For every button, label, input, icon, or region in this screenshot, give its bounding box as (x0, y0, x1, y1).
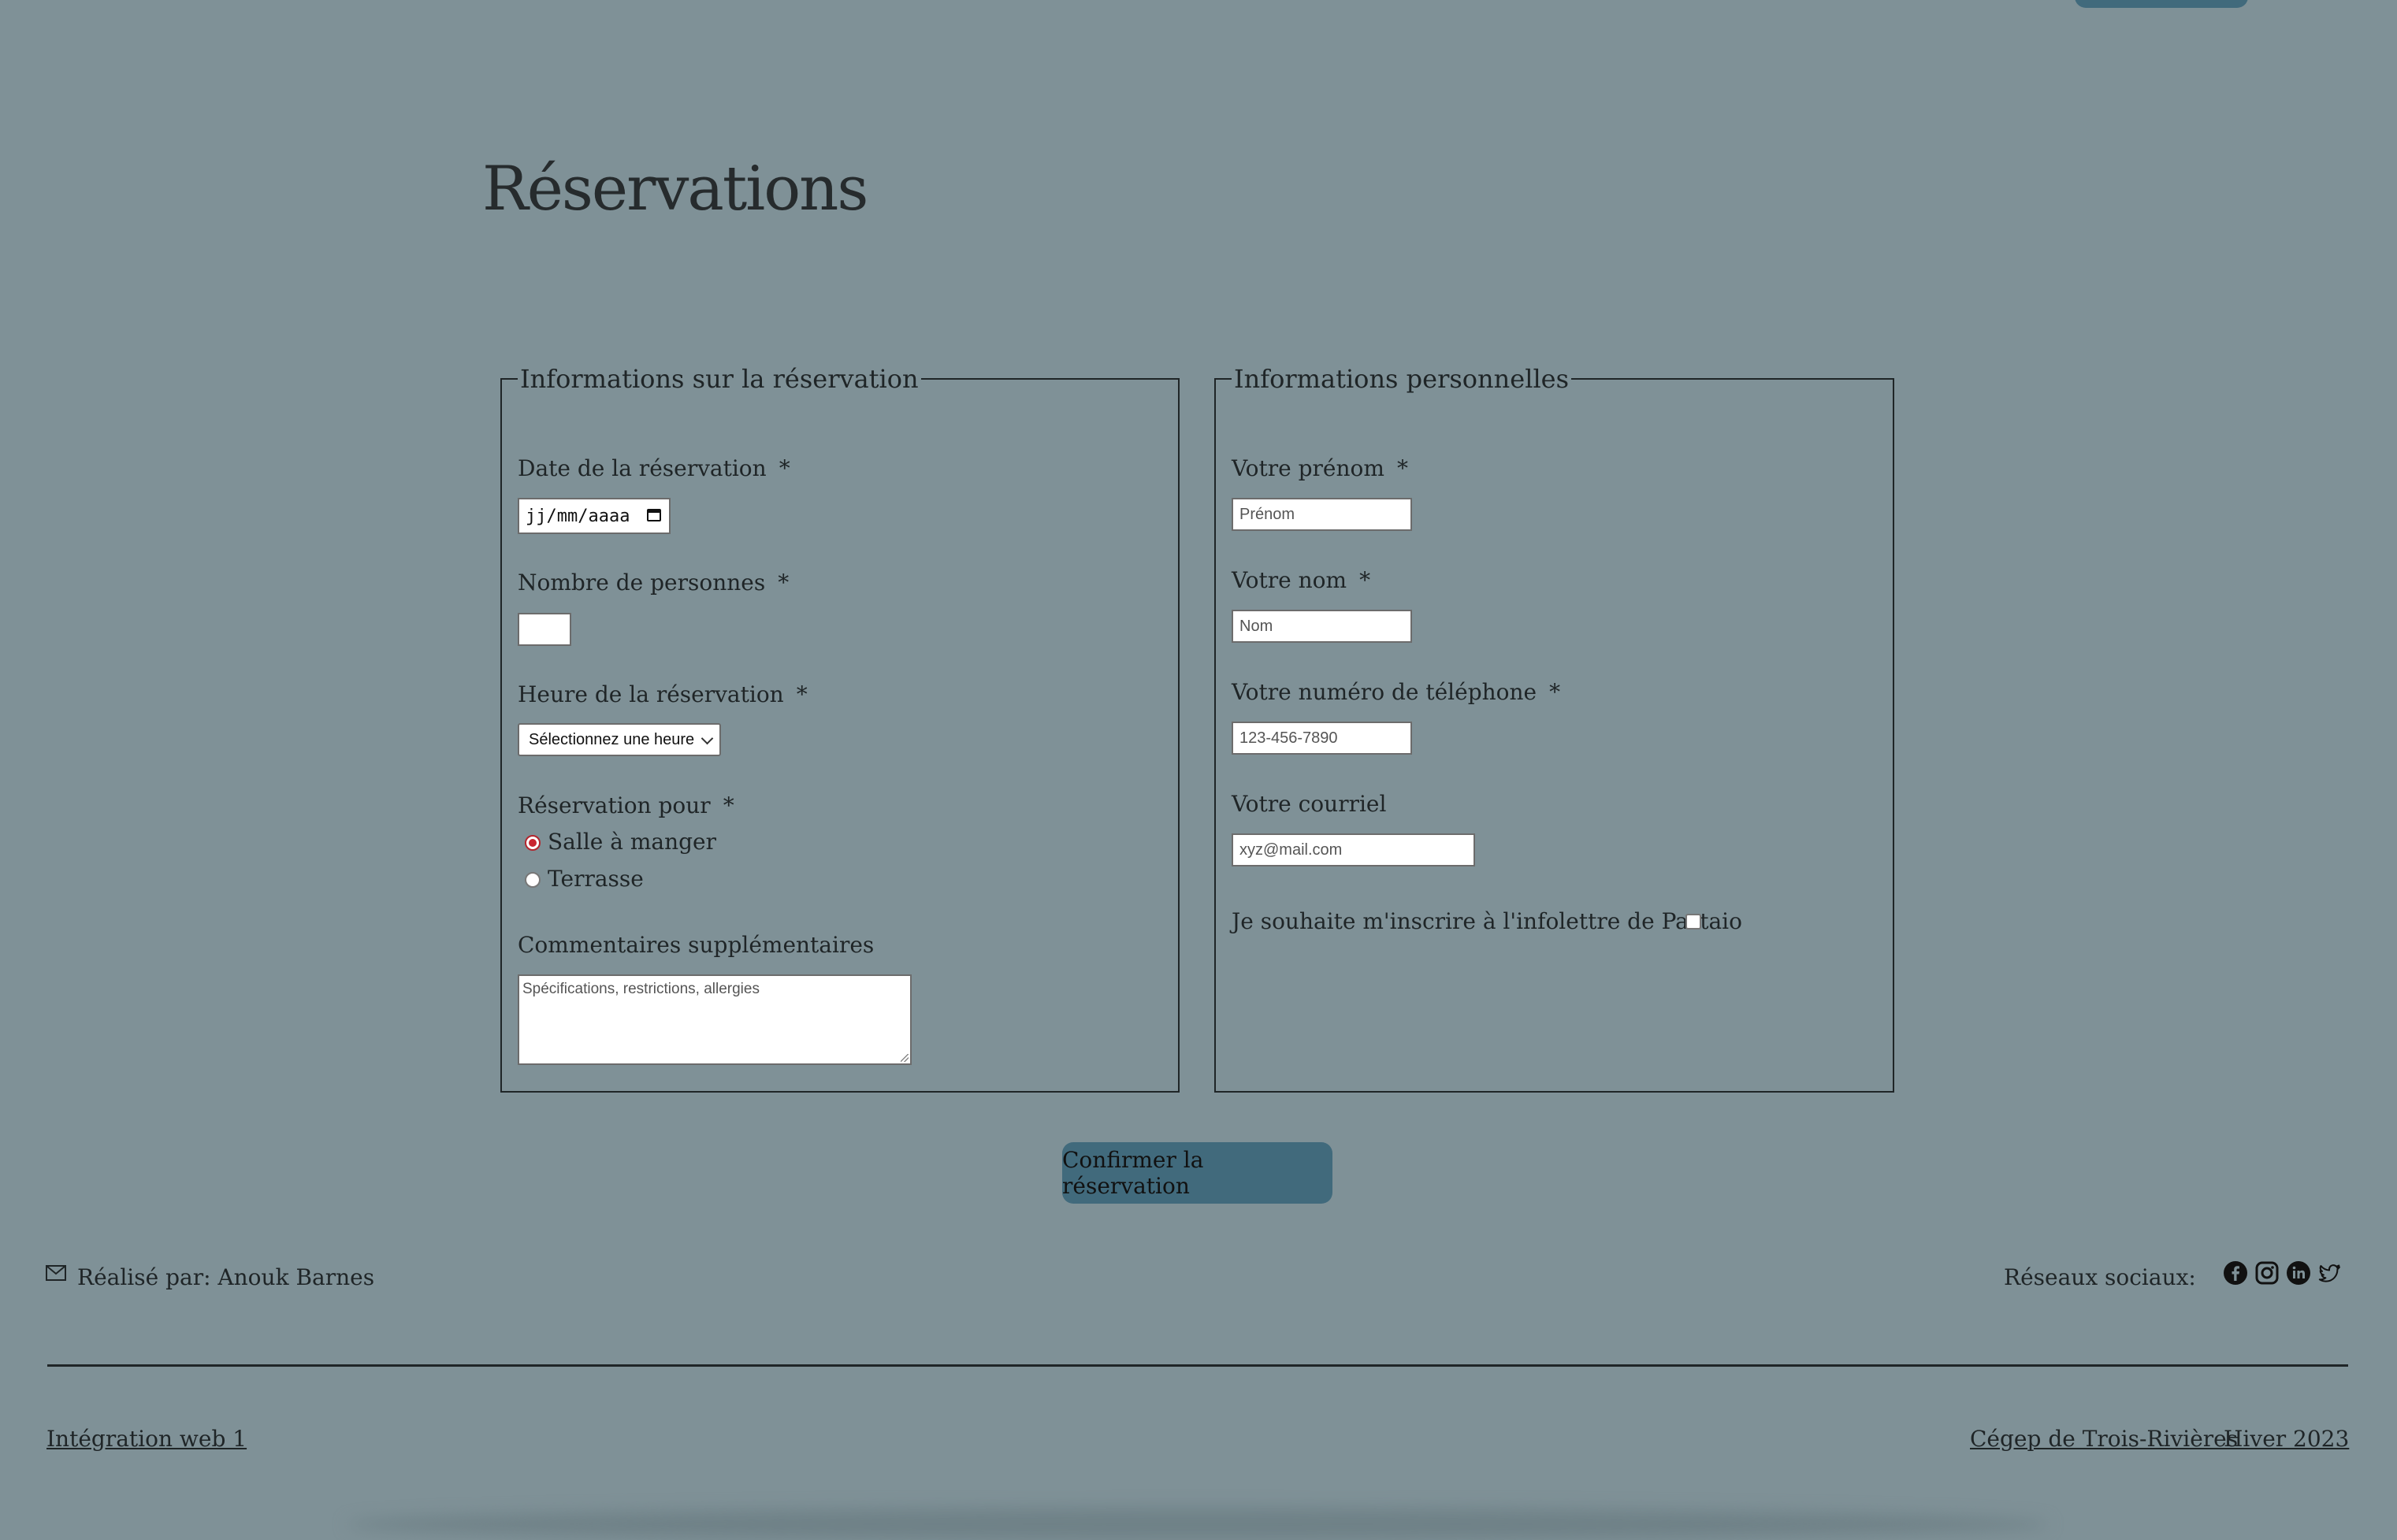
footer-author-text: Réalisé par: Anouk Barnes (77, 1264, 375, 1290)
date-label: Date de la réservation * (518, 455, 790, 481)
reservation-info-legend: Informations sur la réservation (520, 364, 919, 394)
term-link[interactable]: Hiver 2023 (2224, 1426, 2349, 1452)
email-label: Votre courriel (1232, 791, 1387, 817)
lastname-label: Votre nom * (1232, 567, 1371, 593)
firstname-input[interactable]: Prénom (1232, 498, 1412, 531)
school-link[interactable]: Cégep de Trois-Rivières (1970, 1426, 2238, 1452)
comments-textarea[interactable]: Spécifications, restrictions, allergies (518, 974, 912, 1065)
people-input[interactable] (518, 613, 571, 646)
email-input[interactable]: xyz@mail.com (1232, 833, 1475, 866)
page-title: Réservations (482, 154, 868, 225)
comments-label: Commentaires supplémentaires (518, 932, 875, 958)
chevron-down-icon (701, 732, 714, 745)
lastname-input[interactable]: Nom (1232, 610, 1412, 643)
personal-info-legend: Informations personnelles (1234, 364, 1570, 394)
phone-label: Votre numéro de téléphone * (1232, 679, 1561, 705)
instagram-icon[interactable] (2254, 1260, 2280, 1286)
radio-dining-room[interactable] (525, 835, 541, 851)
newsletter-label: Je souhaite m'inscrire à l'infolettre de… (1232, 908, 1742, 934)
header-nav-button[interactable] (2075, 0, 2248, 8)
phone-input[interactable]: 123-456-7890 (1232, 722, 1412, 755)
radio-terrace-label[interactable]: Terrasse (548, 866, 644, 892)
social-section: Réseaux sociaux: (2004, 1260, 2343, 1290)
newsletter-checkbox[interactable] (1685, 914, 1701, 930)
date-input-placeholder: jj/mm/aaaa (526, 506, 630, 526)
social-label: Réseaux sociaux: (2004, 1264, 2196, 1290)
calendar-icon[interactable] (647, 509, 661, 521)
reservation-for-label: Réservation pour * (518, 792, 734, 818)
linkedin-icon[interactable] (2286, 1260, 2311, 1286)
footer-divider (47, 1364, 2348, 1367)
personal-info-fieldset: Informations personnelles Votre prénom * … (1214, 364, 1894, 1093)
twitter-icon[interactable] (2317, 1260, 2343, 1286)
course-link[interactable]: Intégration web 1 (46, 1426, 247, 1452)
radio-terrace[interactable] (525, 872, 541, 888)
mail-icon (46, 1264, 66, 1281)
social-icons (2223, 1260, 2343, 1286)
facebook-icon[interactable] (2223, 1260, 2248, 1286)
time-select[interactable]: Sélectionnez une heure (518, 723, 721, 756)
radio-dining-room-label[interactable]: Salle à manger (548, 829, 716, 855)
time-label: Heure de la réservation * (518, 681, 808, 707)
footer-author: Réalisé par: Anouk Barnes (46, 1264, 374, 1290)
confirm-reservation-button[interactable]: Confirmer la réservation (1062, 1142, 1332, 1204)
comments-placeholder: Spécifications, restrictions, allergies (522, 981, 760, 997)
date-input[interactable]: jj/mm/aaaa (518, 498, 671, 534)
time-select-value: Sélectionnez une heure (529, 730, 695, 748)
reservation-info-fieldset: Informations sur la réservation Date de … (500, 364, 1180, 1093)
header-logo-fragment (195, 0, 274, 2)
bottom-shadow-decoration (347, 1508, 2049, 1540)
people-label: Nombre de personnes * (518, 570, 790, 596)
resize-handle-icon[interactable] (901, 1054, 909, 1062)
firstname-label: Votre prénom * (1232, 455, 1408, 481)
